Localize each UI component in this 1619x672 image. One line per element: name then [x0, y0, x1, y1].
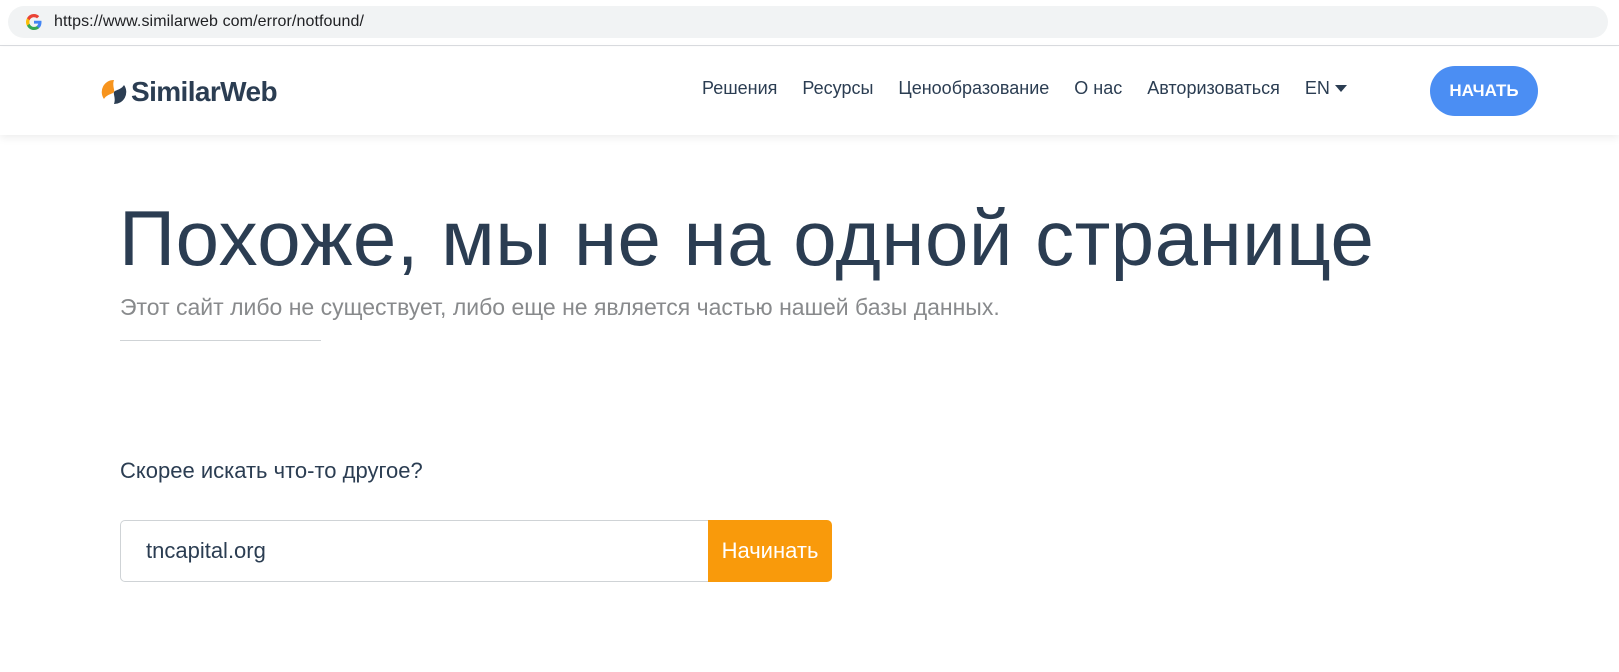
logo-text: SimilarWeb — [131, 76, 278, 107]
similarweb-logo[interactable]: SimilarWeb — [100, 74, 278, 110]
google-g-icon — [26, 14, 42, 30]
nav-item-resources[interactable]: Ресурсы — [802, 78, 873, 99]
url-text[interactable]: https://www.similarweb com/error/notfoun… — [54, 13, 364, 31]
nav-item-about[interactable]: О нас — [1074, 78, 1122, 99]
main-nav: Решения Ресурсы Ценообразование О нас Ав… — [702, 78, 1347, 99]
language-selector[interactable]: EN — [1305, 78, 1347, 99]
search-prompt: Скорее искать что-то другое? — [120, 458, 423, 483]
divider — [120, 340, 321, 341]
nav-item-solutions[interactable]: Решения — [702, 78, 777, 99]
search-button[interactable]: Начинать — [708, 520, 832, 582]
language-label: EN — [1304, 78, 1330, 98]
address-bar[interactable]: https://www.similarweb com/error/notfoun… — [8, 6, 1608, 38]
page-title: Похоже, мы не на одной странице — [119, 194, 1375, 282]
nav-item-pricing[interactable]: Ценообразование — [898, 78, 1049, 99]
start-button[interactable]: НАЧАТЬ — [1430, 66, 1538, 116]
browser-toolbar: https://www.similarweb com/error/notfoun… — [0, 0, 1619, 46]
site-header: SimilarWeb Решения Ресурсы Ценообразован… — [0, 47, 1619, 135]
page-subtitle: Этот сайт либо не существует, либо еще н… — [120, 294, 1000, 320]
caret-down-icon — [1334, 85, 1347, 92]
similarweb-logo-icon — [101, 79, 127, 105]
search-input[interactable] — [120, 520, 708, 582]
nav-item-login[interactable]: Авторизоваться — [1147, 78, 1280, 99]
